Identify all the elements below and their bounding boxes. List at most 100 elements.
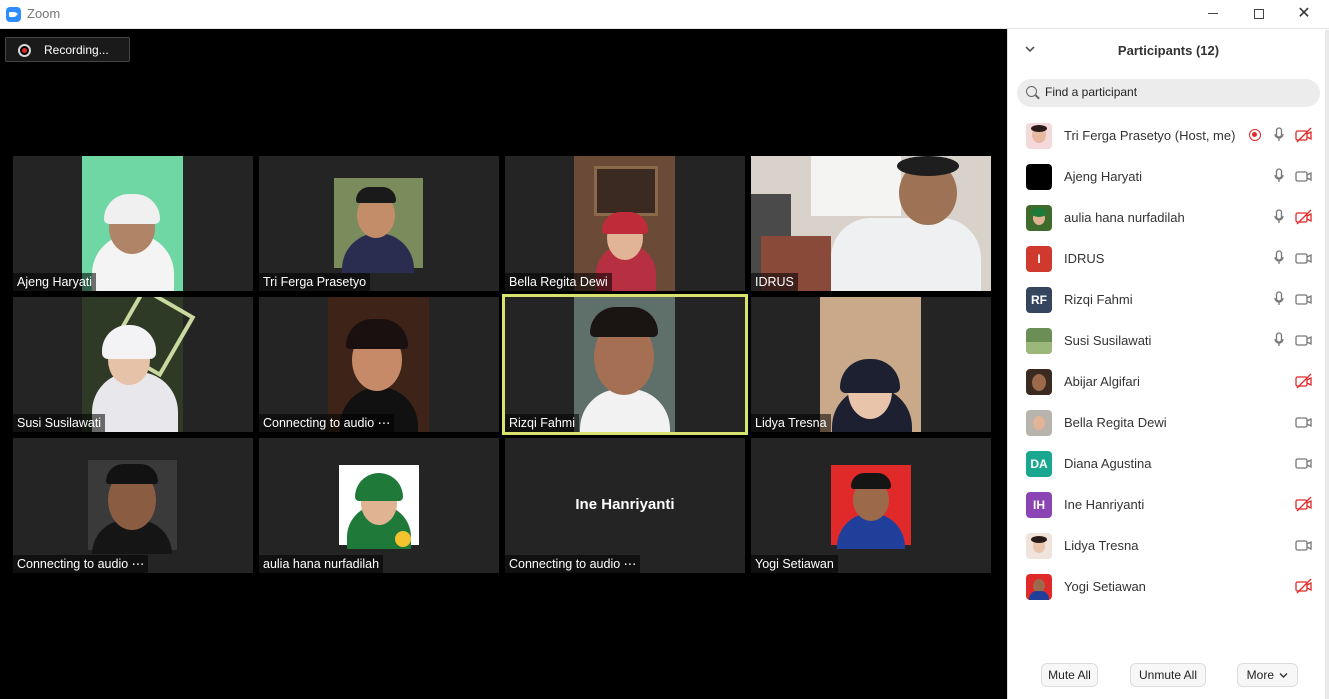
participant-row[interactable]: Ajeng Haryati — [1008, 156, 1328, 197]
microphone-icon[interactable] — [1274, 209, 1284, 225]
video-icon[interactable] — [1295, 250, 1313, 266]
participant-name: Bella Regita Dewi — [1064, 415, 1167, 430]
participant-row[interactable]: Tri Ferga Prasetyo (Host, me) — [1008, 115, 1328, 156]
video-icon[interactable] — [1295, 291, 1313, 307]
avatar: I — [1026, 246, 1052, 272]
avatar — [1026, 574, 1052, 600]
video-tile[interactable]: Tri Ferga Prasetyo — [259, 156, 499, 291]
microphone-icon[interactable] — [1274, 127, 1284, 143]
minimize-button[interactable] — [1190, 0, 1236, 29]
participants-footer: Mute All Unmute All More — [1008, 663, 1328, 687]
avatar — [1026, 328, 1052, 354]
video-feed — [574, 156, 675, 291]
more-label: More — [1246, 668, 1274, 682]
avatar: DA — [1026, 451, 1052, 477]
participant-row[interactable]: DA Diana Agustina — [1008, 443, 1328, 484]
avatar — [1026, 205, 1052, 231]
video-tile[interactable]: Connecting to audio ⋯ — [259, 297, 499, 432]
microphone-icon[interactable] — [1274, 250, 1284, 266]
participant-row[interactable]: RF Rizqi Fahmi — [1008, 279, 1328, 320]
video-tile[interactable]: Connecting to audio ⋯ — [13, 438, 253, 573]
video-feed — [339, 465, 419, 549]
microphone-icon[interactable] — [1274, 291, 1284, 307]
video-icon[interactable] — [1295, 455, 1313, 471]
avatar: IH — [1026, 492, 1052, 518]
video-tile[interactable]: IDRUS — [751, 156, 991, 291]
participant-name: Rizqi Fahmi — [1064, 292, 1133, 307]
microphone-icon[interactable] — [1274, 332, 1284, 348]
video-off-icon[interactable] — [1295, 496, 1313, 512]
participant-row[interactable]: I IDRUS — [1008, 238, 1328, 279]
chevron-down-icon — [1279, 673, 1288, 679]
participant-name: Lidya Tresna — [1064, 538, 1139, 553]
participant-row[interactable]: Bella Regita Dewi — [1008, 402, 1328, 443]
participant-row[interactable]: Abijar Algifari — [1008, 361, 1328, 402]
avatar — [1026, 410, 1052, 436]
participant-name: Yogi Setiawan — [1064, 579, 1146, 594]
video-off-icon[interactable] — [1295, 373, 1313, 389]
video-tile[interactable]: Lidya Tresna — [751, 297, 991, 432]
avatar — [1026, 123, 1052, 149]
video-tile[interactable]: Yogi Setiawan — [751, 438, 991, 573]
avatar — [1026, 533, 1052, 559]
tile-name-label: Yogi Setiawan — [751, 555, 838, 573]
video-gallery: Recording... Ajeng Haryati Tri Ferga Pra… — [0, 29, 1007, 699]
video-feed — [574, 297, 675, 432]
video-feed — [88, 460, 177, 554]
zoom-logo-icon — [6, 7, 21, 22]
tile-name-label: IDRUS — [751, 273, 798, 291]
video-feed — [82, 297, 196, 432]
video-icon[interactable] — [1295, 537, 1313, 553]
participant-name: Susi Susilawati — [1064, 333, 1152, 348]
video-tile[interactable]: aulia hana nurfadilah — [259, 438, 499, 573]
participant-row[interactable]: aulia hana nurfadilah — [1008, 197, 1328, 238]
recording-indicator[interactable]: Recording... — [5, 37, 130, 62]
participant-row[interactable]: Lidya Tresna — [1008, 525, 1328, 566]
video-off-icon[interactable] — [1295, 209, 1313, 225]
participant-search[interactable] — [1017, 79, 1320, 107]
avatar — [1026, 369, 1052, 395]
video-feed — [831, 465, 911, 549]
participant-row[interactable]: Susi Susilawati — [1008, 320, 1328, 361]
video-tile-active-speaker[interactable]: Rizqi Fahmi — [502, 294, 748, 435]
avatar: RF — [1026, 287, 1052, 313]
participant-list: Tri Ferga Prasetyo (Host, me) Ajeng Hary… — [1008, 115, 1328, 607]
unmute-all-button[interactable]: Unmute All — [1130, 663, 1206, 687]
video-tile[interactable]: Ine Hanriyanti Connecting to audio ⋯ — [505, 438, 745, 573]
scrollbar[interactable] — [1325, 30, 1329, 699]
video-tile[interactable]: Bella Regita Dewi — [505, 156, 745, 291]
video-off-icon[interactable] — [1295, 127, 1313, 143]
record-icon — [18, 44, 31, 57]
video-icon[interactable] — [1295, 168, 1313, 184]
maximize-icon — [1254, 8, 1264, 19]
microphone-icon[interactable] — [1274, 168, 1284, 184]
tile-name-label: Connecting to audio ⋯ — [505, 555, 641, 573]
participant-name: Abijar Algifari — [1064, 374, 1140, 389]
tile-name-label: Ajeng Haryati — [13, 273, 97, 291]
video-tile[interactable]: Susi Susilawati — [13, 297, 253, 432]
video-off-icon[interactable] — [1295, 578, 1313, 594]
tile-name-label: Rizqi Fahmi — [505, 414, 579, 432]
maximize-button[interactable] — [1236, 0, 1282, 29]
tile-name-label: Lidya Tresna — [751, 414, 831, 432]
tile-name-label: Susi Susilawati — [13, 414, 106, 432]
recording-label: Recording... — [44, 43, 109, 57]
tile-name-label: Tri Ferga Prasetyo — [259, 273, 371, 291]
search-input[interactable] — [1045, 85, 1305, 99]
video-icon[interactable] — [1295, 414, 1313, 430]
video-feed — [328, 297, 429, 432]
video-tile[interactable]: Ajeng Haryati — [13, 156, 253, 291]
participant-row[interactable]: Yogi Setiawan — [1008, 566, 1328, 607]
participants-title: Participants (12) — [1117, 43, 1220, 58]
more-button[interactable]: More — [1237, 663, 1298, 687]
video-feed — [751, 156, 991, 291]
video-icon[interactable] — [1295, 332, 1313, 348]
minimize-icon — [1208, 13, 1218, 15]
mute-all-button[interactable]: Mute All — [1041, 663, 1098, 687]
tile-display-name: Ine Hanriyanti — [575, 496, 675, 513]
title-bar: Zoom ✕ — [0, 0, 1329, 29]
participant-row[interactable]: IH Ine Hanriyanti — [1008, 484, 1328, 525]
participant-name: Ajeng Haryati — [1064, 169, 1143, 184]
video-feed — [820, 297, 921, 432]
close-button[interactable]: ✕ — [1281, 0, 1327, 29]
